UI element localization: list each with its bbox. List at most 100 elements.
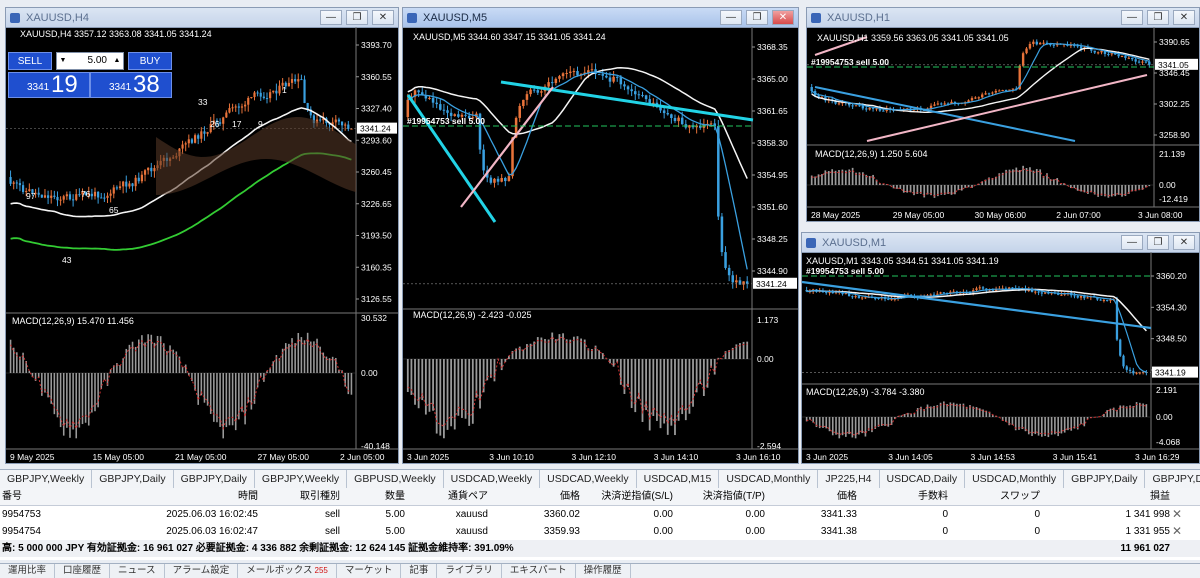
lot-size-field[interactable]: ▼ 5.00 ▲	[56, 52, 124, 70]
time-tick-label: 29 May 05:00	[893, 210, 945, 220]
candle-body	[929, 294, 932, 296]
chart-tab[interactable]: GBPJPY,Daily	[1064, 470, 1146, 488]
chart-tab[interactable]: USDCAD,Weekly	[540, 470, 637, 488]
terminal-tab-label: 操作履歴	[583, 565, 622, 576]
candle-body	[940, 103, 943, 105]
buy-button[interactable]: BUY	[128, 52, 172, 70]
minimize-icon[interactable]: —	[720, 10, 742, 25]
col-order[interactable]: 番号	[2, 488, 22, 505]
symbol-info: XAUUSD,H4 3357.12 3363.08 3341.05 3341.2…	[20, 29, 212, 39]
col-profit[interactable]: 損益	[1150, 488, 1170, 505]
close-order-icon[interactable]: ✕	[1172, 523, 1182, 540]
price-tick-label: 3348.50	[1156, 334, 1187, 344]
chart-tab[interactable]: GBPJPY,Daily	[174, 470, 255, 488]
col-current-price[interactable]: 価格	[837, 488, 857, 505]
col-type[interactable]: 取引種別	[300, 488, 340, 505]
candle-body	[688, 125, 691, 128]
terminal-tab[interactable]: 運用比率	[0, 564, 56, 578]
terminal-tab[interactable]: マーケット	[337, 564, 402, 578]
terminal-tab[interactable]: アラーム設定	[165, 564, 239, 578]
macd-bar	[62, 373, 65, 436]
table-row[interactable]: 9954754 2025.06.03 16:02:47 sell 5.00 xa…	[0, 523, 1200, 541]
chart-tab[interactable]: USDCAD,Monthly	[965, 470, 1065, 488]
time-tick-label: 3 Jun 14:05	[888, 452, 933, 462]
chart-tab[interactable]: GBPJPY,Weekly	[0, 470, 93, 488]
chart-tab[interactable]: USDCAD,Daily	[880, 470, 966, 488]
chart-app-icon	[806, 237, 816, 248]
table-row[interactable]: 9954753 2025.06.03 16:02:45 sell 5.00 xa…	[0, 506, 1200, 523]
lot-down-icon[interactable]: ▼	[57, 53, 69, 69]
price-chart-m1[interactable]: 3360.203354.303348.503342.602.1910.00-4.…	[802, 252, 1199, 463]
close-icon[interactable]: ✕	[1173, 10, 1195, 25]
col-time[interactable]: 時間	[238, 488, 258, 505]
close-icon[interactable]: ✕	[1173, 235, 1195, 250]
candle-body	[294, 79, 297, 82]
time-tick-label: 3 Jun 10:10	[489, 452, 534, 462]
chart-tab[interactable]: GBPJPY,Weekly	[255, 470, 348, 488]
window-titlebar[interactable]: XAUUSD,H4 — ❐ ✕	[6, 8, 398, 28]
price-chart-m5[interactable]: 3368.35 3365.00 3361.65 3358.30 3354.95 3351.…	[403, 27, 798, 463]
col-sl[interactable]: 決済逆指値(S/L)	[601, 488, 673, 505]
minimize-icon[interactable]: —	[320, 10, 342, 25]
candle-body	[825, 292, 828, 294]
close-order-icon[interactable]: ✕	[1172, 506, 1182, 523]
col-swap[interactable]: スワップ	[1000, 488, 1040, 505]
time-tick-label: 3 Jun 2025	[407, 452, 449, 462]
chart-tab[interactable]: USDCAD,Weekly	[444, 470, 541, 488]
window-titlebar[interactable]: XAUUSD,M5 — ❐ ✕	[403, 8, 798, 28]
macd-bar	[119, 365, 121, 373]
chart-tab[interactable]: GBPJPY,Daily	[92, 470, 174, 488]
close-icon[interactable]: ✕	[372, 10, 394, 25]
candle-body	[612, 76, 615, 82]
terminal-tab[interactable]: エキスパート	[502, 564, 576, 578]
price-chart-h1[interactable]: 3390.653346.453302.253258.9021.1390.00-1…	[807, 27, 1199, 221]
sell-button[interactable]: SELL	[8, 52, 52, 70]
candle-body	[1034, 291, 1037, 293]
col-tp[interactable]: 決済指値(T/P)	[703, 488, 765, 505]
chart-tab[interactable]: USDCAD,M15	[637, 470, 720, 488]
terminal-tab[interactable]: ライブラリ	[437, 564, 502, 578]
chart-tab[interactable]: GBPJPY,Daily	[1145, 470, 1200, 488]
chart-area[interactable]: 3368.35 3365.00 3361.65 3358.30 3354.95 3351.…	[403, 27, 798, 463]
macd-tick-label: -2.594	[757, 441, 781, 451]
terminal-tab[interactable]: メールボックス 255	[238, 564, 337, 578]
minimize-icon[interactable]: —	[1121, 235, 1143, 250]
terminal-tab[interactable]: 操作履歴	[576, 564, 631, 578]
chart-window-h4[interactable]: XAUUSD,H4 — ❐ ✕ 3393.70 3360.55 3327.40 329…	[5, 7, 399, 464]
time-tick-label: 3 Jun 12:10	[572, 452, 617, 462]
ma-blue-line	[806, 287, 1147, 373]
chart-window-m5[interactable]: XAUUSD,M5 — ❐ ✕ 3368.35 3365.00 3361.65 335…	[402, 7, 799, 464]
restore-icon[interactable]: ❐	[346, 10, 368, 25]
chart-window-h1[interactable]: XAUUSD,H1 — ❐ ✕ 3390.65 3346.45 3302.25 325…	[806, 7, 1200, 222]
lot-up-icon[interactable]: ▲	[111, 53, 123, 69]
restore-icon[interactable]: ❐	[746, 10, 768, 25]
terminal-tab[interactable]: 口座履歴	[55, 564, 111, 578]
chart-window-m1[interactable]: XAUUSD,M1 — ❐ ✕ 3360.20 3354.30 3348.50 334…	[801, 232, 1200, 464]
chart-tab[interactable]: GBPUSD,Weekly	[347, 470, 444, 488]
buy-price-button[interactable]: 3341 38	[90, 71, 172, 98]
terminal-tab[interactable]: ニュース	[110, 564, 165, 578]
restore-icon[interactable]: ❐	[1147, 10, 1169, 25]
chart-area[interactable]: 3390.65 3346.45 3302.25 3258.90 21.139 0.00 -1…	[807, 27, 1199, 221]
price-tick-label: 3368.35	[757, 42, 788, 52]
col-commission[interactable]: 手数料	[918, 488, 948, 505]
chart-tab[interactable]: JP225,H4	[818, 470, 880, 488]
candle-body	[131, 183, 134, 187]
restore-icon[interactable]: ❐	[1147, 235, 1169, 250]
close-icon[interactable]: ✕	[772, 10, 794, 25]
sell-price-button[interactable]: 3341 19	[8, 71, 90, 98]
terminal-tab[interactable]: 記事	[401, 564, 438, 578]
chart-area[interactable]: 3393.70 3360.55 3327.40 3293.60 3260.45 3226.…	[6, 27, 398, 463]
minimize-icon[interactable]: —	[1121, 10, 1143, 25]
current-price-label: 3341.19	[1155, 368, 1186, 378]
candle-body	[269, 92, 272, 99]
chart-area[interactable]: 3360.203354.303348.503342.602.1910.00-4.…	[802, 252, 1199, 463]
time-tick-label: 30 May 06:00	[975, 210, 1027, 220]
col-volume[interactable]: 数量	[385, 488, 405, 505]
window-titlebar[interactable]: XAUUSD,M1 — ❐ ✕	[802, 233, 1199, 253]
macd-label: MACD(12,26,9) -3.784 -3.380	[806, 387, 925, 397]
chart-tab[interactable]: USDCAD,Monthly	[719, 470, 819, 488]
col-price[interactable]: 価格	[560, 488, 580, 505]
col-symbol[interactable]: 通貨ペア	[448, 488, 488, 505]
window-titlebar[interactable]: XAUUSD,H1 — ❐ ✕	[807, 8, 1199, 28]
